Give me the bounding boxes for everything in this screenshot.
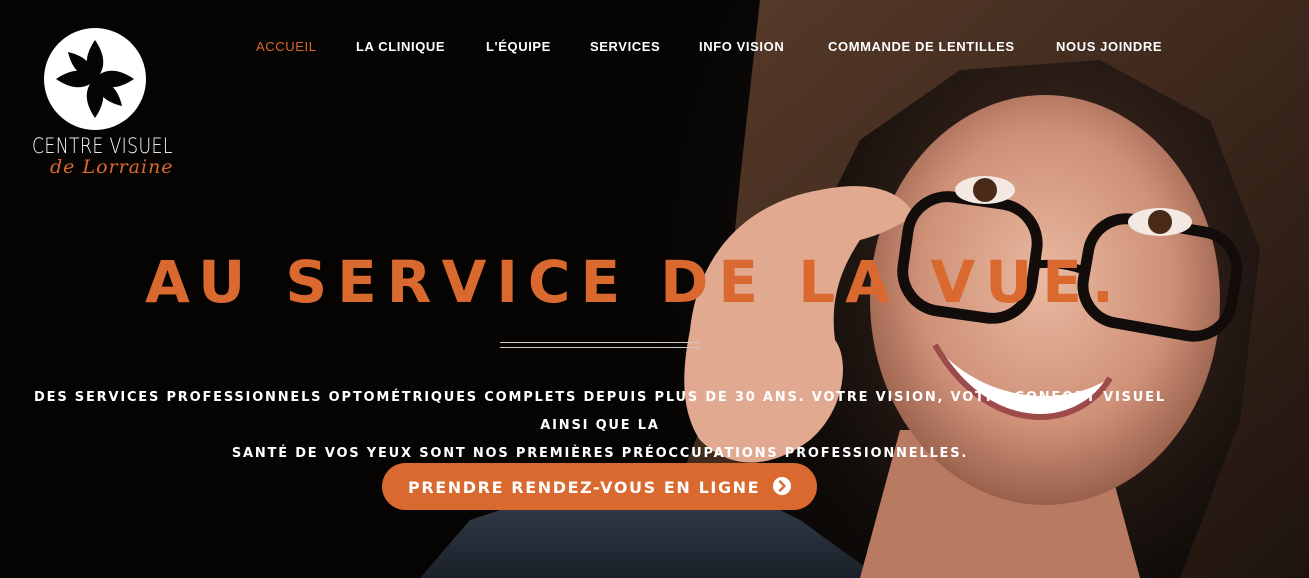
nav-item-info-vision[interactable]: INFO VISION [699,39,784,54]
hero-section: CENTRE VISUEL de Lorraine ACCUEIL LA CLI… [0,0,1309,578]
book-appointment-label: PRENDRE RENDEZ-VOUS EN LIGNE [408,478,761,497]
brand-subtitle: de Lorraine [50,156,174,178]
nav-item-accueil[interactable]: ACCUEIL [256,39,317,54]
headline-divider [500,342,700,348]
nav-item-equipe[interactable]: L'ÉQUIPE [486,39,551,54]
brand-name: CENTRE VISUEL [32,134,173,158]
hero-headline: AU SERVICE DE LA VUE. [145,248,1124,316]
nav-item-commande-lentilles[interactable]: COMMANDE DE LENTILLES [828,39,1015,54]
nav-item-la-clinique[interactable]: LA CLINIQUE [356,39,445,54]
book-appointment-button[interactable]: PRENDRE RENDEZ-VOUS EN LIGNE [382,463,817,510]
chevron-right-circle-icon [773,477,791,495]
hero-tagline: DES SERVICES PROFESSIONNELS OPTOMÉTRIQUE… [20,384,1180,468]
nav-item-services[interactable]: SERVICES [590,39,660,54]
tagline-line-1: DES SERVICES PROFESSIONNELS OPTOMÉTRIQUE… [34,390,1166,433]
main-nav: ACCUEIL LA CLINIQUE L'ÉQUIPE SERVICES IN… [0,39,1309,59]
nav-item-nous-joindre[interactable]: NOUS JOINDRE [1056,39,1162,54]
